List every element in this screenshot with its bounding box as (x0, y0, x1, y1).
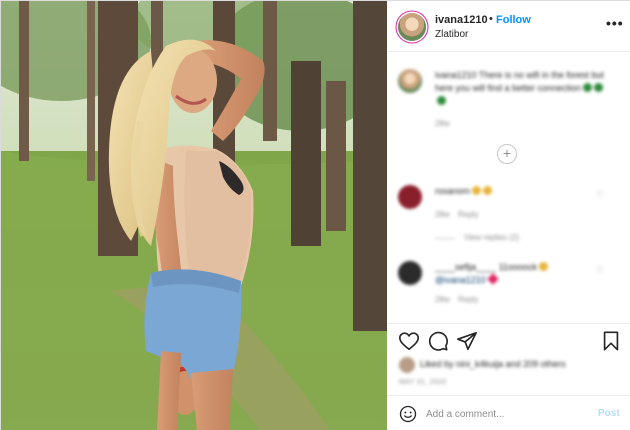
heart-emoji-icon (487, 273, 499, 285)
post-date[interactable]: MAY 31, 2020 (399, 379, 446, 386)
tree-emoji-icon (594, 83, 604, 92)
comment-mention[interactable]: @ivana1210 (435, 275, 486, 285)
post-actions: Liked by nini_k4kuija and 209 others MAY… (388, 323, 630, 395)
comments-section[interactable]: ivana1210 There is no wifi in the forest… (388, 53, 630, 323)
load-more-comments-button[interactable]: + (497, 144, 517, 164)
smiley-icon[interactable] (399, 405, 417, 423)
post-comment-button[interactable]: Post (598, 408, 620, 419)
comment-age: 28w (435, 210, 450, 219)
likes-count[interactable]: Liked by nini_k4kuija and 209 others (420, 359, 566, 369)
add-comment-bar: Post (388, 395, 630, 430)
caption-avatar[interactable] (398, 69, 422, 93)
comment-username[interactable]: rosanom (435, 186, 470, 196)
emoji-icon (483, 186, 493, 195)
instagram-post: ivana1210 • Follow Zlatibor ••• ivana121… (0, 0, 630, 430)
comment-username[interactable]: ____sefija____ (435, 262, 496, 272)
avatar[interactable] (398, 13, 426, 41)
comment-text: rosanom (435, 185, 493, 198)
comment-reply-button[interactable]: Reply (458, 295, 478, 304)
comment-mention-suffix: 11oooock (498, 262, 537, 272)
comment-avatar[interactable] (398, 261, 422, 285)
tree-emoji-icon (583, 83, 593, 92)
emoji-icon (538, 262, 548, 271)
liker-avatar[interactable] (399, 357, 415, 373)
caption-text: ivana1210 There is no wifi in the forest… (435, 69, 605, 108)
follow-button[interactable]: Follow (496, 14, 531, 26)
view-replies-button[interactable]: View replies (2) (464, 233, 519, 242)
post-header: ivana1210 • Follow Zlatibor ••• (388, 1, 630, 52)
username-link[interactable]: ivana1210 (435, 14, 488, 26)
paper-plane-icon[interactable] (456, 330, 478, 352)
comment-reply-button[interactable]: Reply (458, 210, 478, 219)
comment-age: 28w (435, 295, 450, 304)
post-photo[interactable] (1, 1, 387, 430)
view-replies-line (435, 238, 455, 239)
comment-bubble-icon[interactable] (427, 330, 449, 352)
tree-emoji-icon (437, 96, 446, 105)
forest-photo-illustration (1, 1, 387, 430)
comment-text: ____sefija____ 11oooock @ivana1210 (435, 261, 605, 287)
comment-avatar[interactable] (398, 185, 422, 209)
comment-input[interactable] (426, 404, 586, 424)
separator-dot: • (489, 13, 493, 25)
comment-like-icon[interactable]: ♡ (596, 265, 604, 276)
emoji-icon (472, 186, 482, 195)
heart-icon[interactable] (398, 330, 420, 352)
comment-like-icon[interactable]: ♡ (596, 189, 604, 200)
caption-body: ivana1210 There is no wifi in the forest… (435, 70, 604, 93)
post-sidebar: ivana1210 • Follow Zlatibor ••• ivana121… (388, 1, 630, 430)
caption-age: 28w (435, 119, 450, 128)
more-dots-icon[interactable]: ••• (606, 15, 624, 31)
location-link[interactable]: Zlatibor (435, 29, 468, 40)
bookmark-icon[interactable] (600, 330, 622, 352)
